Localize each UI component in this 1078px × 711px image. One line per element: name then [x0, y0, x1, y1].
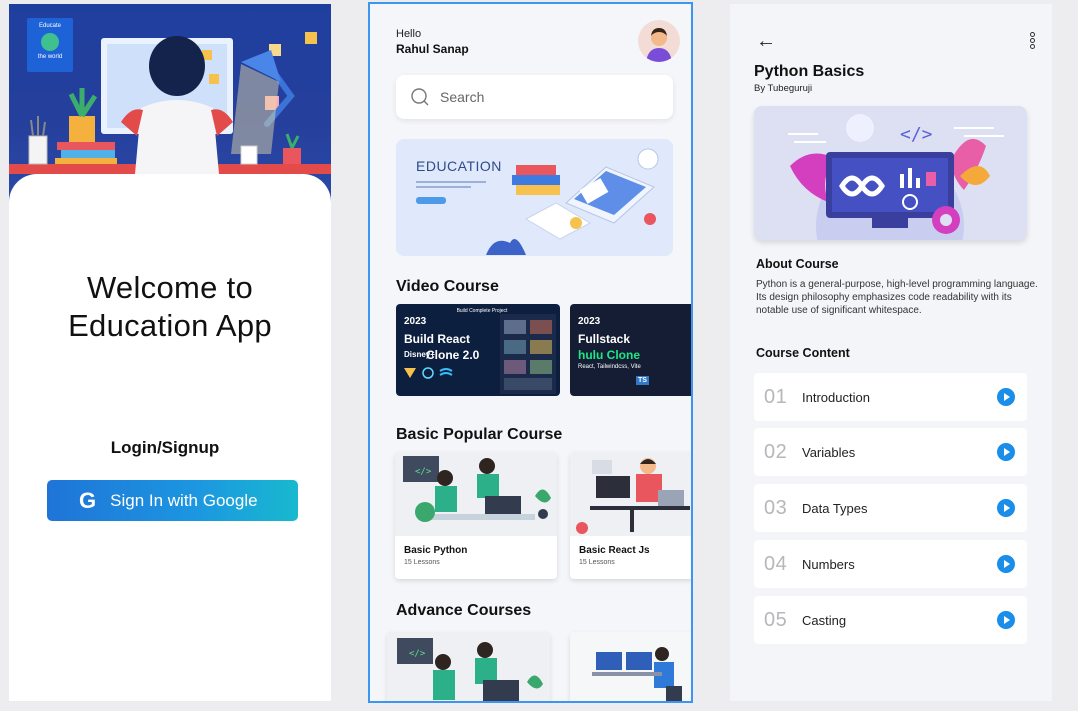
typescript-badge: TS: [636, 376, 649, 385]
advance-courses-heading: Advance Courses: [396, 602, 532, 619]
course-thumbnail: </>: [395, 452, 557, 536]
login-screen: Educate the world Welcome to Education A…: [9, 4, 331, 701]
video-title-line-1: Build React: [404, 332, 471, 346]
disney-brand: Disney+: [404, 350, 435, 359]
lesson-number: 04: [764, 552, 788, 575]
play-icon[interactable]: [997, 555, 1015, 573]
coding-team-illustration: </>: [403, 456, 551, 522]
user-name: Rahul Sanap: [396, 42, 469, 56]
course-content-heading: Course Content: [756, 346, 850, 360]
course-author: By Tubeguruji: [754, 83, 813, 94]
lesson-title: Variables: [802, 444, 856, 460]
course-title: Basic React Js: [579, 545, 650, 556]
svg-text:</>: </>: [900, 124, 933, 145]
login-signup-label: Login/Signup: [110, 438, 220, 457]
google-sign-in-label: Sign In with Google: [110, 490, 258, 510]
book-subtitle: the world: [37, 54, 63, 60]
popular-course-card[interactable]: Basic React Js 15 Lessons: [570, 452, 691, 579]
arrow-left-icon[interactable]: ←: [756, 30, 776, 53]
welcome-line-2: Education App: [68, 308, 272, 343]
video-course-heading: Video Course: [396, 278, 499, 295]
lesson-item[interactable]: 02 Variables: [754, 428, 1027, 476]
lesson-title: Casting: [802, 612, 847, 628]
banner-learn-more-button[interactable]: [416, 197, 446, 204]
lesson-item[interactable]: 04 Numbers: [754, 540, 1027, 588]
play-icon[interactable]: [997, 443, 1015, 461]
home-screen: Hello Rahul Sanap Search EDUCATION Video…: [368, 2, 693, 703]
developer-desk-illustration: [576, 458, 690, 534]
svg-text:</>: </>: [409, 649, 426, 659]
workstation-illustration: [570, 632, 691, 701]
search-input[interactable]: Search: [396, 75, 673, 119]
course-detail-screen: ← Python Basics By Tubeguruji </> About …: [730, 4, 1052, 701]
advance-course-card[interactable]: [570, 632, 691, 701]
educate-book-poster: Educate the world: [27, 18, 73, 72]
search-icon: [411, 88, 429, 106]
lesson-number: 03: [764, 496, 788, 519]
globe-icon: [41, 33, 59, 51]
book-title: Educate: [38, 23, 62, 29]
advance-course-card[interactable]: </>: [387, 632, 550, 701]
lesson-title: Numbers: [802, 556, 855, 572]
search-placeholder: Search: [440, 89, 485, 105]
about-course-text: Python is a general-purpose, high-level …: [756, 279, 1038, 316]
video-title-line-1: Fullstack: [578, 332, 631, 346]
python-course-illustration: </>: [788, 114, 1004, 240]
course-thumbnail: [570, 452, 691, 536]
course-lessons-count: 15 Lessons: [579, 559, 615, 566]
video-course-card[interactable]: 2023 Fullstack hulu Clone React, Tailwin…: [570, 304, 691, 396]
course-title: Python Basics: [754, 63, 865, 80]
course-hero-illustration: </>: [754, 106, 1027, 240]
video-preview-grid: [500, 314, 556, 394]
more-vertical-icon[interactable]: [1030, 32, 1036, 50]
welcome-line-1: Welcome to: [86, 270, 254, 305]
lesson-number: 05: [764, 608, 788, 631]
svg-text:</>: </>: [415, 467, 432, 477]
video-year: 2023: [404, 316, 427, 327]
popular-course-card[interactable]: </> Basic Python 15 Lessons: [395, 452, 557, 579]
course-title: Basic Python: [404, 545, 468, 556]
video-title-line-2: hulu Clone: [578, 348, 640, 362]
user-avatar-icon: [646, 28, 672, 62]
greeting-text: Hello: [396, 28, 422, 40]
lesson-number: 02: [764, 440, 788, 463]
education-illustration: [486, 148, 659, 255]
education-banner[interactable]: EDUCATION: [396, 139, 673, 256]
avatar[interactable]: [638, 20, 680, 62]
lesson-item[interactable]: 03 Data Types: [754, 484, 1027, 532]
google-icon: G: [79, 487, 97, 513]
play-icon[interactable]: [997, 611, 1015, 629]
lesson-number: 01: [764, 385, 788, 408]
coding-team-illustration: </>: [387, 632, 550, 701]
tech-stack-icons: [404, 367, 453, 379]
basic-popular-course-heading: Basic Popular Course: [396, 426, 563, 443]
about-course-heading: About Course: [756, 257, 839, 271]
welcome-heading: Welcome to Education App: [9, 269, 331, 345]
play-icon[interactable]: [997, 499, 1015, 517]
lesson-title: Data Types: [802, 500, 868, 516]
lesson-item[interactable]: 05 Casting: [754, 596, 1027, 644]
google-sign-in-button[interactable]: G Sign In with Google: [47, 480, 298, 521]
lesson-item[interactable]: 01 Introduction: [754, 373, 1027, 421]
course-lessons-count: 15 Lessons: [404, 559, 440, 566]
play-icon[interactable]: [997, 388, 1015, 406]
video-year: 2023: [578, 316, 601, 327]
video-course-card[interactable]: 2023 Build React Clone 2.0 Disney+ Build…: [396, 304, 560, 396]
video-tech-subtitle: React, Tailwindcss, Vite: [578, 364, 641, 370]
lesson-title: Introduction: [802, 389, 870, 405]
